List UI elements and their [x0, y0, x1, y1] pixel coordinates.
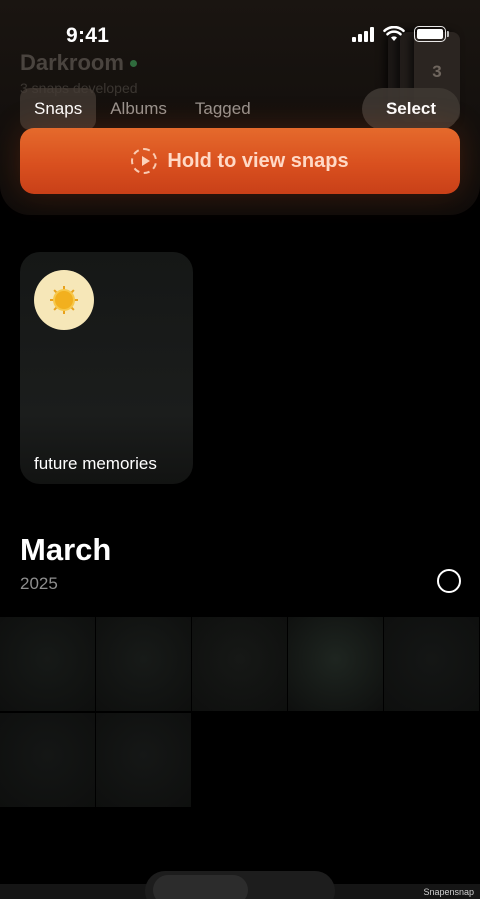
- photo-thumbnail[interactable]: [96, 617, 191, 711]
- photo-thumbnail[interactable]: [0, 617, 95, 711]
- month-year: 2025: [20, 574, 58, 593]
- album-name: future memories: [34, 454, 157, 473]
- signal-icon: [352, 26, 374, 42]
- select-button[interactable]: Select: [362, 88, 460, 130]
- battery-icon: [414, 26, 449, 42]
- photo-thumbnail[interactable]: [384, 617, 479, 711]
- wifi-icon: [383, 26, 405, 41]
- status-bar: 9:41: [0, 0, 480, 70]
- nav-pill-active[interactable]: [153, 875, 248, 899]
- bottom-nav-pill[interactable]: [145, 871, 335, 899]
- tab-albums[interactable]: Albums: [96, 88, 181, 130]
- hold-to-view-button[interactable]: Hold to view snaps: [20, 128, 460, 194]
- photo-thumbnail[interactable]: [288, 617, 383, 711]
- segment-tabs: Snaps Albums Tagged: [20, 88, 265, 130]
- sun-icon: [34, 270, 94, 330]
- status-icons: [352, 26, 449, 42]
- album-card[interactable]: future memories: [20, 252, 193, 484]
- status-time: 9:41: [66, 24, 110, 47]
- play-circle-dashed-icon: [131, 148, 158, 174]
- hold-button-label: Hold to view snaps: [167, 149, 349, 172]
- month-title: March: [20, 532, 112, 567]
- select-month-toggle[interactable]: [437, 569, 461, 593]
- tab-tagged[interactable]: Tagged: [181, 88, 265, 130]
- watermark: Snapensnap: [423, 887, 474, 897]
- tab-snaps[interactable]: Snaps: [20, 88, 97, 130]
- photo-thumbnail[interactable]: [192, 617, 287, 711]
- photo-thumbnail[interactable]: [96, 713, 191, 807]
- photo-thumbnail[interactable]: [0, 713, 95, 807]
